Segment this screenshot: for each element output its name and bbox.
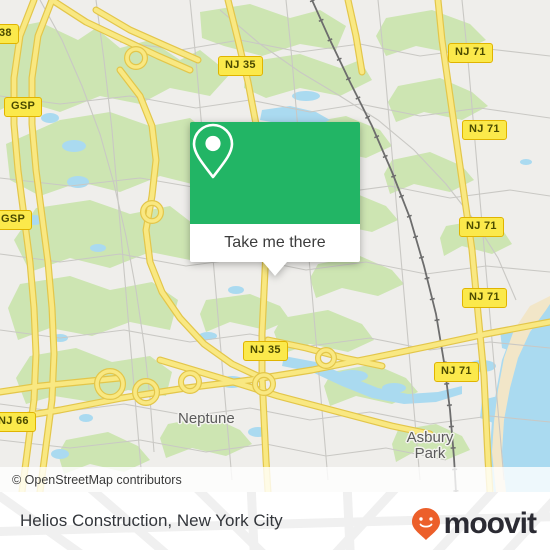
place-label-asbury-park-line1: Asbury — [406, 429, 454, 446]
shield-38: 38 — [0, 24, 19, 44]
shield-nj35-upper: NJ 35 — [218, 56, 263, 76]
moovit-logo[interactable]: moovit — [411, 507, 537, 541]
shield-gsp-lower: GSP — [0, 210, 33, 230]
map-pin-icon — [192, 123, 234, 179]
place-label-neptune: Neptune — [178, 410, 235, 427]
shield-nj71-1: NJ 71 — [448, 43, 493, 63]
popup-header — [190, 122, 360, 224]
popup-tail — [263, 262, 287, 276]
shield-nj71-2: NJ 71 — [462, 120, 507, 140]
take-me-there-button[interactable]: Take me there — [190, 224, 360, 262]
page-title: Helios Construction, New York City — [20, 511, 283, 530]
map-canvas[interactable]: 38 GSP GSP NJ 35 NJ 35 NJ 66 NJ 71 NJ 71… — [0, 0, 550, 492]
shield-nj71-5: NJ 71 — [434, 362, 479, 382]
moovit-pin-icon — [411, 508, 440, 540]
moovit-map-screen: 38 GSP GSP NJ 35 NJ 35 NJ 66 NJ 71 NJ 71… — [0, 0, 550, 550]
shield-nj71-4: NJ 71 — [462, 288, 507, 308]
moovit-wordmark: moovit — [443, 507, 537, 540]
shield-nj66: NJ 66 — [0, 412, 36, 432]
place-label-asbury-park: Asbury Park — [385, 430, 475, 462]
shield-nj71-3: NJ 71 — [459, 217, 504, 237]
shield-gsp-upper: GSP — [4, 97, 43, 117]
shield-nj35-lower: NJ 35 — [243, 341, 288, 361]
attribution-text: © OpenStreetMap contributors — [12, 472, 182, 487]
take-me-there-label: Take me there — [224, 234, 326, 251]
footer-bar: Helios Construction, New York City moovi… — [0, 492, 550, 550]
map-attribution[interactable]: © OpenStreetMap contributors — [0, 467, 550, 492]
location-popup-card[interactable]: Take me there — [190, 122, 360, 276]
place-label-asbury-park-line2: Park — [414, 445, 446, 462]
